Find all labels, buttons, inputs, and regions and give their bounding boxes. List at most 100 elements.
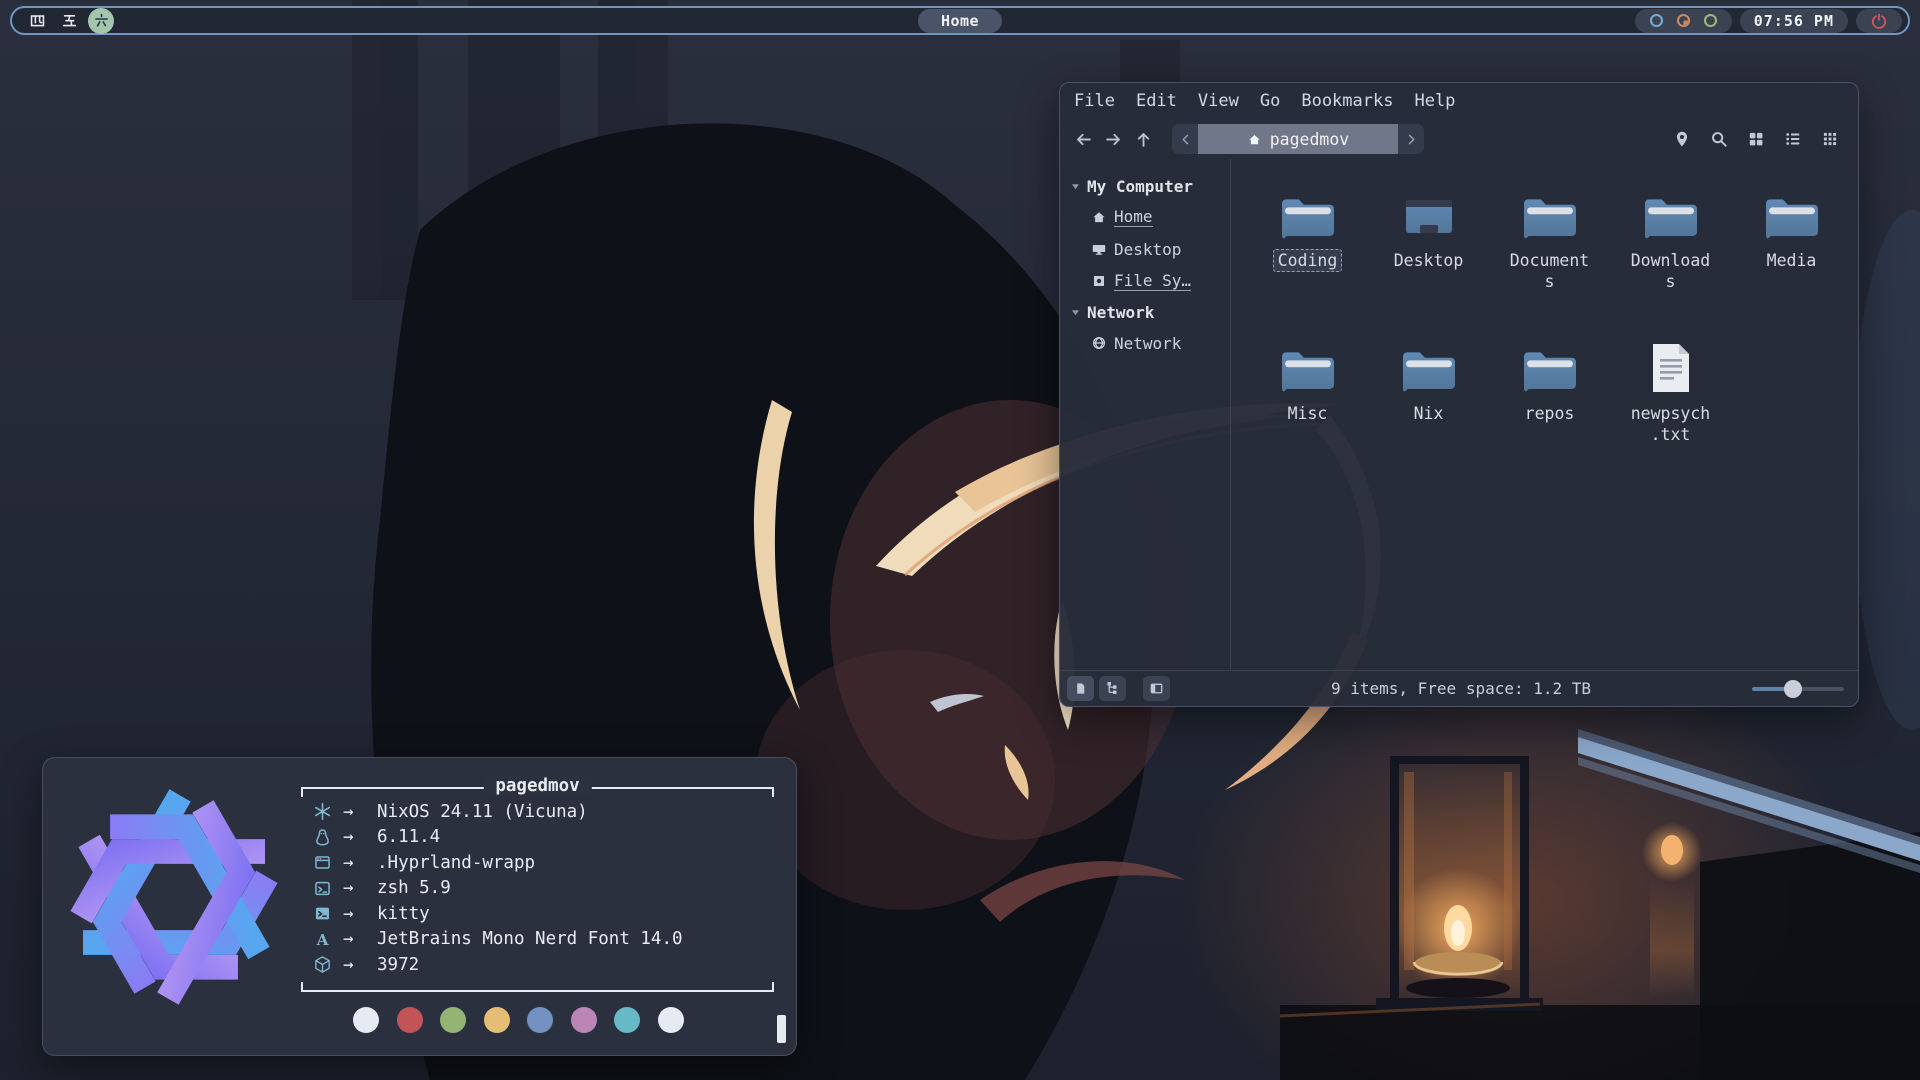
compact-view-button[interactable] — [1816, 125, 1844, 153]
sidebar: My Computer Home Desktop File Sy… Networ… — [1060, 159, 1230, 670]
sidebar-item-filesy[interactable]: File Sy… — [1060, 265, 1230, 297]
nix-icon — [313, 802, 332, 821]
workspace-1[interactable] — [24, 9, 50, 32]
folder-icon — [1640, 193, 1702, 241]
textfile-icon — [1644, 342, 1698, 394]
up-button[interactable] — [1130, 126, 1156, 152]
zoom-slider[interactable] — [1752, 680, 1844, 698]
file-grid: Coding Desktop Documents Downloads Media — [1231, 159, 1858, 670]
sidebar-item-desktop[interactable]: Desktop — [1060, 233, 1230, 265]
expander-icon — [1070, 181, 1081, 192]
home-icon — [1247, 132, 1262, 147]
list-view-icon — [1784, 130, 1802, 148]
desktop-icon — [1398, 193, 1460, 241]
toolbar: pagedmov — [1060, 119, 1858, 159]
forward-button[interactable] — [1100, 126, 1126, 152]
file-item-repos[interactable]: repos — [1489, 334, 1610, 487]
zoom-slider-knob[interactable] — [1784, 680, 1802, 698]
file-label: Nix — [1409, 402, 1449, 425]
fastfetch-value: zsh 5.9 — [377, 878, 451, 898]
fastfetch-value: .Hyprland-wrapp — [377, 853, 535, 873]
system-monitor-rings — [1635, 9, 1732, 33]
toggle-sidepane-button[interactable] — [1143, 676, 1170, 701]
arrow-glyph: → — [343, 827, 377, 847]
fastfetch-row: → 3972 — [313, 952, 768, 978]
power-button[interactable] — [1856, 9, 1902, 33]
sidebar-section-my-computer[interactable]: My Computer — [1060, 171, 1230, 201]
path-bar[interactable]: pagedmov — [1172, 124, 1424, 154]
path-segment-home[interactable]: pagedmov — [1198, 124, 1398, 154]
places-pane-button[interactable] — [1067, 676, 1094, 701]
file-item-misc[interactable]: Misc — [1247, 334, 1368, 487]
arrow-glyph: → — [343, 853, 377, 873]
fastfetch-value: 6.11.4 — [377, 827, 440, 847]
sidebar-item-network[interactable]: Network — [1060, 327, 1230, 359]
arrow-glyph: → — [343, 904, 377, 924]
path-segment-label: pagedmov — [1270, 130, 1349, 149]
file-item-media[interactable]: Media — [1731, 181, 1852, 334]
sidebar-section-network[interactable]: Network — [1060, 297, 1230, 327]
expander-icon — [1070, 307, 1081, 318]
tree-icon — [1105, 681, 1120, 696]
file-label: newpsych.txt — [1623, 402, 1719, 446]
sidebar-section-label: Network — [1087, 303, 1154, 322]
folder-icon — [1519, 193, 1581, 241]
workspace-glyph-icon — [29, 12, 46, 29]
file-manager-window[interactable]: File Edit View Go Bookmarks Help pagedmov My … — [1059, 82, 1859, 707]
workspace-2[interactable] — [56, 9, 82, 32]
search-icon — [1710, 130, 1728, 148]
detail-view-button[interactable] — [1779, 125, 1807, 153]
terminal-cursor — [777, 1015, 786, 1043]
path-scroll-left[interactable] — [1172, 124, 1198, 154]
clock: 07:56 PM — [1740, 9, 1848, 33]
menu-view[interactable]: View — [1198, 91, 1239, 111]
fastfetch-value: NixOS 24.11 (Vicuna) — [377, 802, 588, 822]
fastfetch-row: → zsh 5.9 — [313, 876, 768, 902]
fastfetch-box: pagedmov → NixOS 24.11 (Vicuna) → 6.11.4… — [301, 787, 774, 992]
tree-pane-button[interactable] — [1099, 676, 1126, 701]
menu-go[interactable]: Go — [1260, 91, 1280, 111]
desktop-icon — [1091, 241, 1107, 257]
sidebar-item-home[interactable]: Home — [1060, 201, 1230, 233]
chevron-right-icon — [1405, 133, 1418, 146]
workspace-glyph-icon — [93, 12, 110, 29]
file-item-downloads[interactable]: Downloads — [1610, 181, 1731, 334]
location-pin-icon — [1673, 130, 1691, 148]
fastfetch-row: → NixOS 24.11 (Vicuna) — [313, 799, 768, 825]
statusbar: 9 items, Free space: 1.2 TB — [1060, 670, 1858, 706]
search-button[interactable] — [1705, 125, 1733, 153]
panel-icon — [1149, 681, 1164, 696]
fastfetch-row: → .Hyprland-wrapp — [313, 850, 768, 876]
back-button[interactable] — [1070, 126, 1096, 152]
pkg-icon — [313, 955, 332, 974]
workspace-glyph-icon — [61, 12, 78, 29]
nixos-logo — [65, 788, 283, 1006]
arrow-glyph: → — [343, 878, 377, 898]
ring-blue-icon — [1648, 12, 1665, 29]
menu-help[interactable]: Help — [1414, 91, 1455, 111]
sidebar-item-label: Home — [1114, 207, 1153, 227]
file-label: Documents — [1502, 249, 1598, 293]
fastfetch-value: JetBrains Mono Nerd Font 14.0 — [377, 929, 683, 949]
icon-view-button[interactable] — [1742, 125, 1770, 153]
folder-icon — [1761, 193, 1823, 241]
terminal-window[interactable]: pagedmov → NixOS 24.11 (Vicuna) → 6.11.4… — [42, 757, 797, 1056]
file-item-newpsych-txt[interactable]: newpsych.txt — [1610, 334, 1731, 487]
file-item-desktop[interactable]: Desktop — [1368, 181, 1489, 334]
file-item-documents[interactable]: Documents — [1489, 181, 1610, 334]
workspace-indicators — [24, 8, 114, 34]
file-item-coding[interactable]: Coding — [1247, 181, 1368, 334]
font-icon — [313, 930, 332, 949]
menu-file[interactable]: File — [1074, 91, 1115, 111]
file-item-nix[interactable]: Nix — [1368, 334, 1489, 487]
fastfetch-value: kitty — [377, 904, 430, 924]
places-button[interactable] — [1668, 125, 1696, 153]
menu-edit[interactable]: Edit — [1136, 91, 1177, 111]
arrow-left-icon — [1074, 130, 1093, 149]
menu-bookmarks[interactable]: Bookmarks — [1301, 91, 1393, 111]
palette-dot — [484, 1007, 510, 1033]
path-scroll-right[interactable] — [1398, 124, 1424, 154]
file-label: Downloads — [1623, 249, 1719, 293]
workspace-3[interactable] — [88, 8, 114, 34]
file-label: Coding — [1273, 249, 1343, 272]
